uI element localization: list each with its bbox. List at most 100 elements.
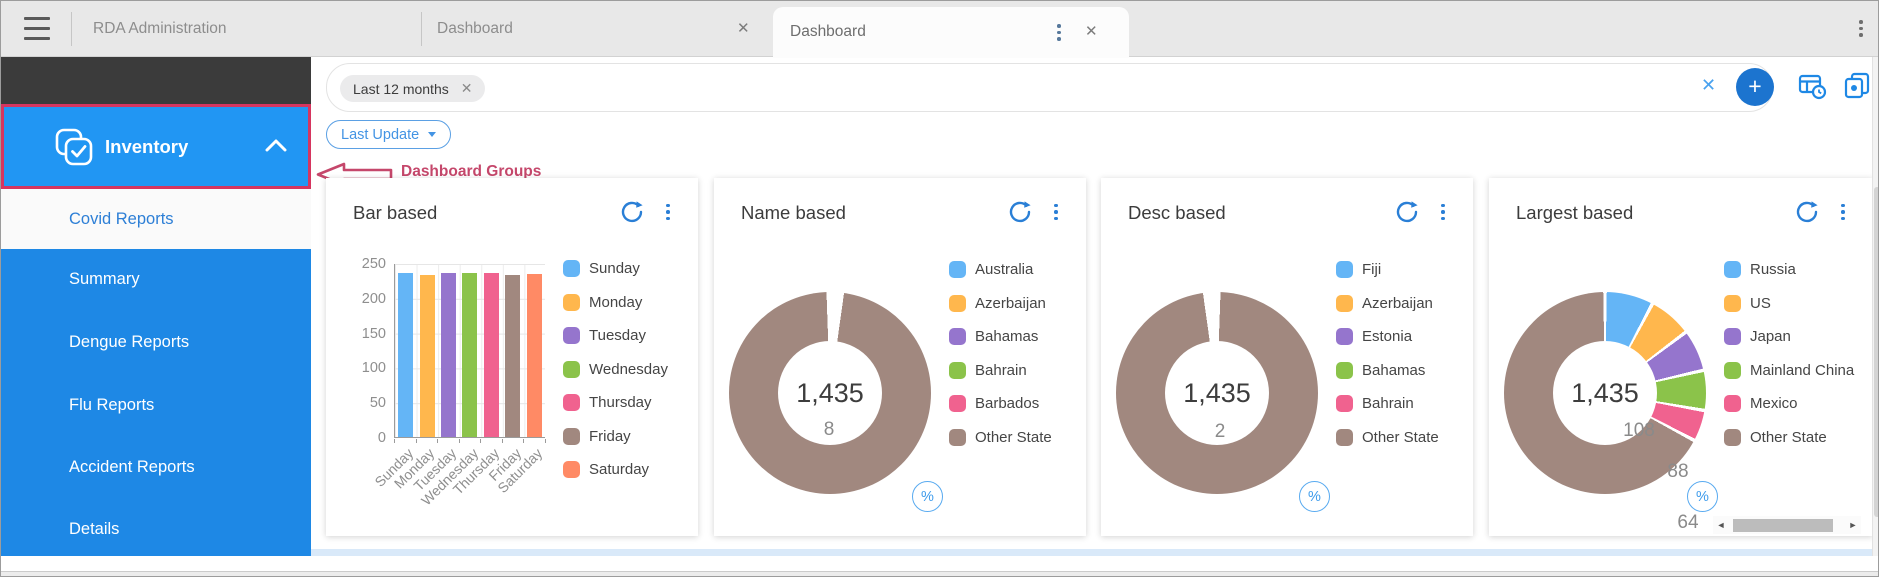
hamburger-menu-icon[interactable] (24, 17, 50, 40)
tab-dashboard-1[interactable]: Dashboard (437, 1, 513, 57)
legend-swatch (563, 461, 580, 478)
y-axis-tick-label: 150 (334, 325, 386, 343)
legend-item[interactable]: Azerbaijan (949, 295, 1052, 312)
clear-filters-icon[interactable]: ✕ (1701, 75, 1716, 96)
legend-item[interactable]: Azerbaijan (1336, 295, 1439, 312)
legend-item[interactable]: Japan (1724, 328, 1854, 345)
x-axis-tick (480, 439, 481, 443)
filter-chip-last-12-months[interactable]: Last 12 months ✕ (340, 75, 485, 102)
legend-label: Other State (1750, 429, 1827, 446)
horizontal-scrollbar[interactable]: ◄ ► (1713, 516, 1861, 534)
scroll-right-icon[interactable]: ► (1845, 516, 1861, 534)
refresh-icon[interactable] (1008, 200, 1032, 224)
legend-item[interactable]: Mainland China (1724, 362, 1854, 379)
sidebar-item-dengue-reports[interactable]: Dengue Reports (1, 312, 311, 372)
bar-plot-area (394, 264, 545, 438)
legend-swatch (563, 260, 580, 277)
legend-item[interactable]: Tuesday (563, 327, 668, 344)
sidebar-dark-header (1, 57, 311, 104)
legend-label: Bahrain (975, 362, 1027, 379)
card-menu-kebab-icon[interactable] (1841, 204, 1845, 221)
card-name-based: Name based 1,435 AustraliaAzerbaijanBaha… (714, 178, 1086, 536)
card-menu-kebab-icon[interactable] (666, 204, 670, 221)
legend-item[interactable]: Bahamas (949, 328, 1052, 345)
legend-item[interactable]: Russia (1724, 261, 1854, 278)
donut-total: 1,435 (729, 292, 931, 494)
legend-item[interactable]: Other State (1724, 429, 1854, 446)
legend-item[interactable]: Estonia (1336, 328, 1439, 345)
last-update-dropdown[interactable]: Last Update (326, 120, 451, 149)
card-menu-kebab-icon[interactable] (1054, 204, 1058, 221)
bar (527, 274, 542, 437)
sidebar-item-details[interactable]: Details (1, 499, 311, 559)
legend-swatch (949, 429, 966, 446)
legend-item[interactable]: Mexico (1724, 395, 1854, 412)
y-axis: 250200150100500 (334, 255, 386, 447)
legend-item[interactable]: Other State (1336, 429, 1439, 446)
scrollbar-track[interactable] (1729, 519, 1845, 532)
legend-item[interactable]: Monday (563, 294, 668, 311)
chevron-up-icon[interactable] (265, 139, 287, 152)
legend-label: Russia (1750, 261, 1796, 278)
legend-item[interactable]: Sunday (563, 260, 668, 277)
refresh-icon[interactable] (1395, 200, 1419, 224)
refresh-icon[interactable] (1795, 200, 1819, 224)
card-title: Desc based (1128, 202, 1226, 224)
vertical-scrollbar[interactable] (1872, 57, 1879, 571)
sidebar-item-covid-reports[interactable]: Covid Reports (1, 189, 311, 249)
last-update-label: Last Update (341, 127, 419, 143)
legend-label: Other State (975, 429, 1052, 446)
percent-badge[interactable]: % (1299, 481, 1330, 512)
bar-slot (524, 264, 545, 437)
active-tab-label: Dashboard (790, 7, 866, 57)
sidebar-item-summary[interactable]: Summary (1, 249, 311, 309)
legend-item[interactable]: Barbados (949, 395, 1052, 412)
scroll-left-icon[interactable]: ◄ (1713, 516, 1729, 534)
legend-item[interactable]: Saturday (563, 461, 668, 478)
percent-badge[interactable]: % (912, 481, 943, 512)
vertical-scrollbar-thumb[interactable] (1874, 187, 1879, 517)
add-filter-button[interactable]: + (1736, 68, 1774, 106)
legend-item[interactable]: Bahrain (1336, 395, 1439, 412)
legend-item[interactable]: Bahrain (949, 362, 1052, 379)
tab-dashboard-active[interactable]: Dashboard ✕ (773, 7, 1129, 58)
legend-item[interactable]: Wednesday (563, 361, 668, 378)
legend-item[interactable]: Thursday (563, 394, 668, 411)
legend-swatch (949, 362, 966, 379)
inventory-icon (53, 126, 95, 168)
legend-label: Bahrain (1362, 395, 1414, 412)
donut-slice-label: 2 (1215, 421, 1226, 443)
window-overflow-kebab-icon[interactable] (1859, 20, 1863, 37)
legend-swatch (1336, 362, 1353, 379)
chip-close-icon[interactable]: ✕ (461, 80, 473, 97)
card-title: Largest based (1516, 202, 1633, 224)
report-schedule-icon[interactable] (1798, 72, 1827, 100)
legend-item[interactable]: Australia (949, 261, 1052, 278)
legend-swatch (563, 394, 580, 411)
close-icon[interactable]: ✕ (737, 1, 750, 57)
x-axis-tick (394, 439, 395, 443)
legend-swatch (1336, 295, 1353, 312)
tab-menu-kebab-icon[interactable] (1057, 24, 1061, 41)
scrollbar-thumb[interactable] (1733, 519, 1833, 532)
sidebar-item-flu-reports[interactable]: Flu Reports (1, 375, 311, 435)
legend-item[interactable]: Other State (949, 429, 1052, 446)
sidebar-item-accident-reports[interactable]: Accident Reports (1, 437, 311, 497)
close-icon[interactable]: ✕ (1085, 7, 1098, 57)
bar-slot (481, 264, 502, 437)
y-axis-tick-label: 200 (334, 290, 386, 308)
tab-rda-administration[interactable]: RDA Administration (93, 1, 227, 57)
legend-item[interactable]: US (1724, 295, 1854, 312)
legend-label: Wednesday (589, 361, 668, 378)
legend-item[interactable]: Bahamas (1336, 362, 1439, 379)
legend-item[interactable]: Fiji (1336, 261, 1439, 278)
bar-slot (502, 264, 523, 437)
legend-item[interactable]: Friday (563, 428, 668, 445)
sidebar-group-inventory[interactable]: Inventory (1, 104, 311, 189)
card-menu-kebab-icon[interactable] (1441, 204, 1445, 221)
copy-dashboard-icon[interactable] (1843, 72, 1872, 100)
refresh-icon[interactable] (620, 200, 644, 224)
legend-swatch (949, 328, 966, 345)
percent-badge[interactable]: % (1687, 481, 1718, 512)
donut-slice-label: 88 (1667, 461, 1688, 483)
